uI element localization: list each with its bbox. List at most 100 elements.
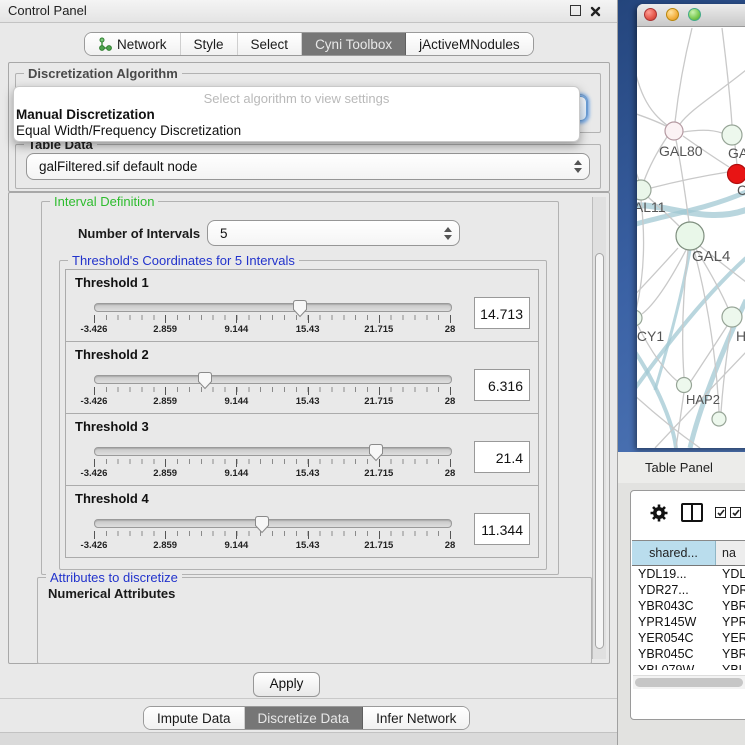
threshold-value-field[interactable]: 11.344	[474, 513, 530, 545]
slider-track[interactable]	[94, 519, 452, 528]
cell-shared-name[interactable]: YDR27...	[632, 582, 716, 598]
network-edge[interactable]	[637, 200, 644, 310]
network-node-label: HAP2	[686, 392, 720, 407]
network-edge[interactable]	[683, 130, 722, 133]
table-row[interactable]: YBL079WYBL0	[632, 662, 745, 670]
table-row[interactable]: YDR27...YDR2	[632, 582, 745, 598]
network-edge[interactable]	[637, 108, 666, 126]
tab-network[interactable]: Network	[85, 33, 181, 55]
axis-tick-label: 28	[445, 468, 456, 479]
slider-track[interactable]	[94, 375, 452, 384]
table-data-combobox-value: galFiltered.sif default node	[27, 159, 567, 174]
threshold-value-field[interactable]: 14.713	[474, 297, 530, 329]
cell-shared-name[interactable]: YBR045C	[632, 646, 716, 662]
cell-name[interactable]: YBR0	[716, 646, 745, 662]
column-header-name[interactable]: na	[716, 541, 745, 565]
tab-cyni-toolbox[interactable]: Cyni Toolbox	[302, 33, 406, 55]
axis-tick	[94, 315, 95, 323]
table-row[interactable]: YBR043CYBR0	[632, 598, 745, 614]
split-view-icon[interactable]	[681, 503, 703, 522]
axis-tick	[165, 459, 166, 467]
network-node-c[interactable]	[728, 165, 745, 184]
right-column: GAL80GACGAL11GAL4GCY1HHAP2 Table Panel	[618, 0, 745, 745]
cell-shared-name[interactable]: YDL19...	[632, 566, 716, 582]
column-header-shared-name[interactable]: shared...	[632, 541, 716, 565]
network-edge[interactable]	[675, 28, 692, 122]
float-icon[interactable]	[570, 5, 581, 16]
table-horizontal-scrollbar[interactable]	[633, 675, 745, 689]
tab-select[interactable]: Select	[238, 33, 303, 55]
control-panel: Control Panel NetworkStyleSelectCyni Too…	[0, 0, 618, 745]
tab-infer-network[interactable]: Infer Network	[363, 707, 469, 729]
network-node[interactable]	[712, 412, 726, 426]
slider-tick-row	[94, 531, 450, 539]
dropdown-option[interactable]: Equal Width/Frequency Discretization	[14, 123, 579, 139]
threshold-value-field[interactable]: 21.4	[474, 441, 530, 473]
network-node-hap2[interactable]	[677, 378, 692, 393]
scrollbar-thumb[interactable]	[635, 678, 743, 687]
threshold-value-field[interactable]: 6.316	[474, 369, 530, 401]
checkbox-icon[interactable]	[715, 507, 726, 518]
gear-icon[interactable]	[649, 503, 669, 526]
settings-scrollbar[interactable]	[592, 197, 606, 659]
tab-label: jActiveMNodules	[419, 37, 520, 52]
table-row[interactable]: YER054CYER0	[632, 630, 745, 646]
cell-shared-name[interactable]: YPR145W	[632, 614, 716, 630]
network-edge[interactable]	[722, 28, 732, 125]
network-edge[interactable]	[637, 150, 639, 181]
network-node-label: GA	[728, 145, 745, 161]
cell-name[interactable]: YER0	[716, 630, 745, 646]
close-traffic-light[interactable]	[644, 8, 657, 21]
minimize-traffic-light[interactable]	[666, 8, 679, 21]
tab-discretize-data[interactable]: Discretize Data	[245, 707, 364, 729]
axis-tick	[165, 531, 166, 539]
table-row[interactable]: YDL19...YDL1	[632, 566, 745, 582]
cell-name[interactable]: YDR2	[716, 582, 745, 598]
network-node-gal11[interactable]	[637, 180, 651, 200]
cell-shared-name[interactable]: YBR043C	[632, 598, 716, 614]
network-node-gal80[interactable]	[665, 122, 683, 140]
tab-label: Select	[251, 37, 289, 52]
cell-name[interactable]: YBR0	[716, 598, 745, 614]
network-edge[interactable]	[680, 70, 745, 124]
network-edge[interactable]	[676, 392, 684, 448]
close-icon[interactable]	[590, 5, 601, 16]
tab-impute-data[interactable]: Impute Data	[144, 707, 245, 729]
axis-tick-label: 28	[445, 396, 456, 407]
divider	[0, 698, 617, 699]
apply-button[interactable]: Apply	[253, 672, 320, 697]
num-intervals-combobox[interactable]: 5	[207, 220, 460, 246]
network-node-gcy1[interactable]	[637, 310, 642, 326]
tab-jactivemnodules[interactable]: jActiveMNodules	[406, 33, 533, 55]
table-row[interactable]: YPR145WYPR1	[632, 614, 745, 630]
network-edge[interactable]	[637, 28, 668, 126]
table-row[interactable]: YBR045CYBR0	[632, 646, 745, 662]
cell-name[interactable]: YPR1	[716, 614, 745, 630]
network-window-titlebar	[637, 4, 745, 27]
axis-tick-label: 21.715	[364, 324, 393, 335]
network-node-h[interactable]	[722, 307, 742, 327]
table-data-combobox[interactable]: galFiltered.sif default node	[26, 153, 590, 180]
network-edge-thick[interactable]	[655, 250, 690, 390]
top-tab-bar: NetworkStyle Select Cyni Toolbox jActiveMNo…	[84, 32, 534, 56]
slider-track[interactable]	[94, 447, 452, 456]
network-node-ga[interactable]	[722, 125, 742, 145]
network-edge[interactable]	[651, 172, 728, 188]
axis-tick	[165, 315, 166, 323]
network-node-label: GAL4	[692, 248, 730, 265]
slider-track[interactable]	[94, 303, 452, 312]
threshold-label: Threshold 3	[75, 419, 149, 434]
checkbox-icon[interactable]	[730, 507, 741, 518]
zoom-traffic-light[interactable]	[688, 8, 701, 21]
cell-name[interactable]: YDL1	[716, 566, 745, 582]
cell-name[interactable]: YBL0	[716, 662, 745, 670]
cell-shared-name[interactable]: YBL079W	[632, 662, 716, 670]
network-node-gal4[interactable]	[676, 222, 704, 250]
tab-style[interactable]: Style	[181, 33, 238, 55]
axis-tick	[236, 531, 237, 539]
thresholds-list: Threshold 1 -3.4262.8599.14415.4321.7152…	[65, 270, 539, 558]
dropdown-option[interactable]: Manual Discretization	[14, 107, 579, 123]
network-graph[interactable]: GAL80GACGAL11GAL4GCY1HHAP2	[637, 26, 745, 448]
cell-shared-name[interactable]: YER054C	[632, 630, 716, 646]
scrollbar-thumb[interactable]	[595, 253, 604, 649]
